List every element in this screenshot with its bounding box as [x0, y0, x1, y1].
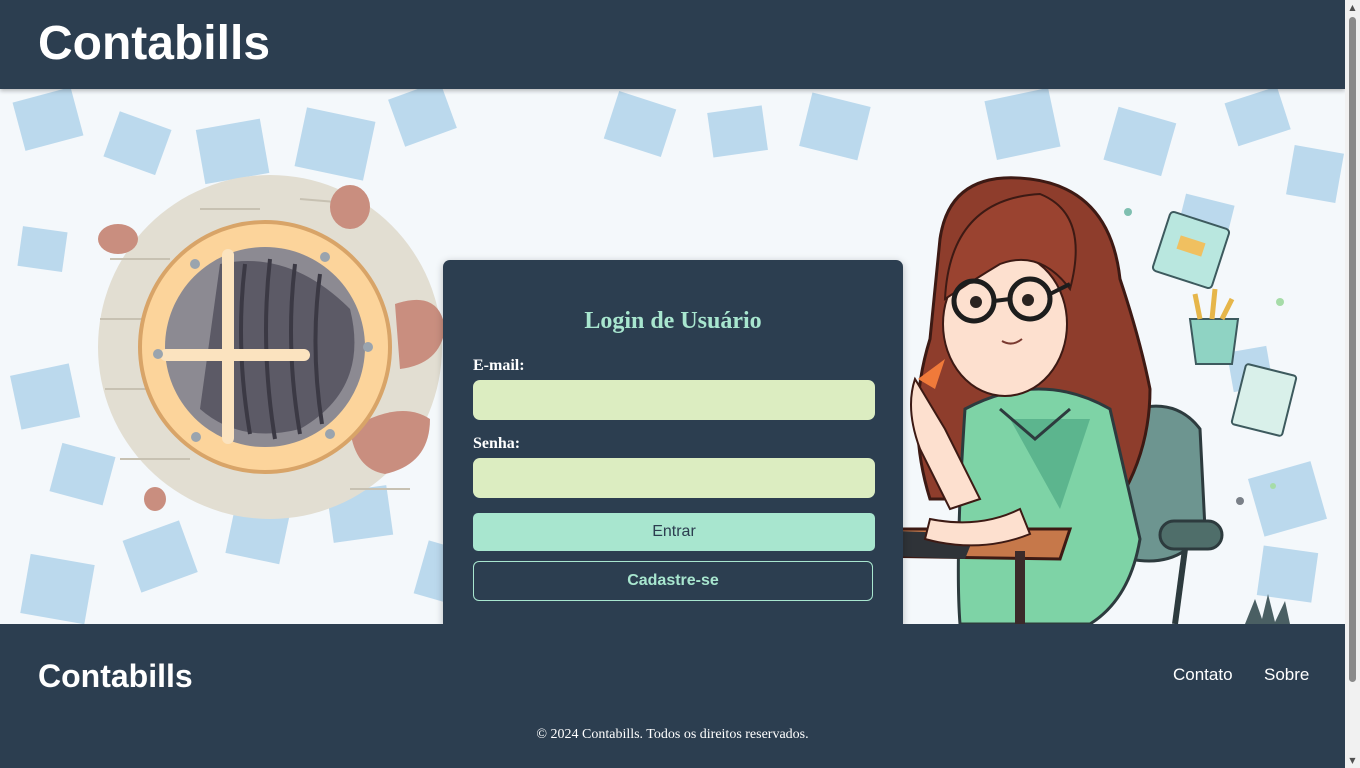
- register-button[interactable]: Cadastre-se: [473, 561, 873, 601]
- login-card: Login de Usuário E-mail: Senha: Entrar C…: [443, 260, 903, 624]
- login-button[interactable]: Entrar: [473, 513, 875, 551]
- site-footer: Contabills Contato Sobre © 2024 Contabil…: [0, 624, 1345, 768]
- password-label: Senha:: [473, 435, 521, 452]
- contact-link[interactable]: Contato: [1173, 665, 1233, 685]
- page: Contabills Login de Usuário E-mail: Senh…: [0, 0, 1345, 768]
- email-label: E-mail:: [473, 357, 525, 374]
- about-link[interactable]: Sobre: [1264, 665, 1309, 685]
- email-field[interactable]: [473, 380, 875, 420]
- footer-brand: Contabills: [38, 658, 193, 694]
- hero-section: Login de Usuário E-mail: Senha: Entrar C…: [0, 89, 1345, 624]
- login-title: Login de Usuário: [584, 308, 762, 334]
- brand-logo-text[interactable]: Contabills: [38, 16, 270, 72]
- vertical-scrollbar[interactable]: ▲ ▼: [1345, 0, 1360, 768]
- scrollbar-thumb[interactable]: [1349, 17, 1356, 682]
- site-header: Contabills: [0, 0, 1345, 89]
- scroll-down-arrow-icon[interactable]: ▼: [1345, 753, 1360, 768]
- vault-door-illustration: [98, 175, 445, 519]
- scroll-up-arrow-icon[interactable]: ▲: [1345, 0, 1360, 15]
- copyright-text: © 2024 Contabills. Todos os direitos res…: [536, 727, 809, 742]
- password-field[interactable]: [473, 458, 875, 498]
